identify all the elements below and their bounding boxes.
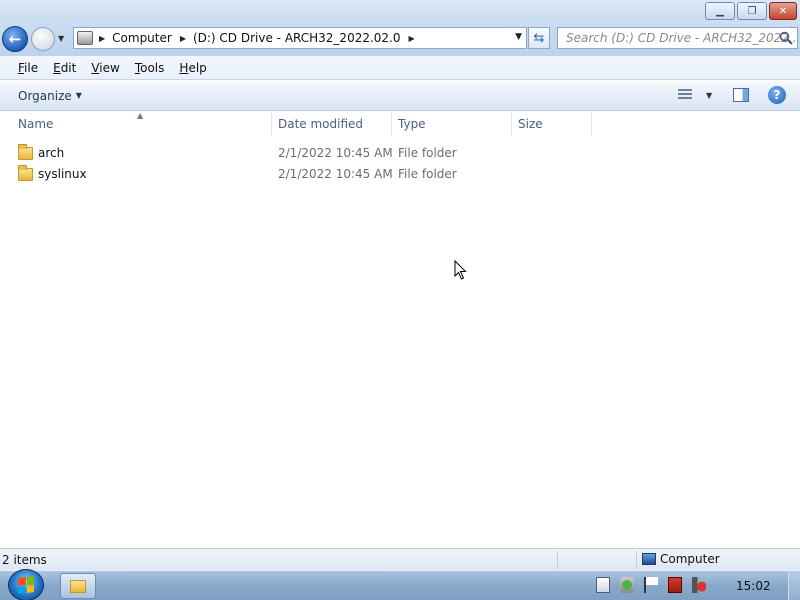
forward-button[interactable] (31, 27, 55, 51)
maximize-button[interactable]: ❐ (737, 2, 767, 20)
folder-icon (18, 165, 33, 181)
column-header-name[interactable]: Name (12, 112, 272, 136)
back-button[interactable]: ← (2, 26, 28, 52)
file-name: arch (38, 146, 65, 160)
column-size-label: Size (518, 117, 543, 131)
column-date-label: Date modified (278, 117, 364, 131)
item-count: 2 items (2, 553, 47, 567)
menu-help[interactable]: Help (179, 61, 206, 75)
column-header-size[interactable]: Size (512, 112, 592, 136)
search-icon[interactable] (779, 31, 793, 45)
status-divider (636, 551, 637, 569)
minimize-button[interactable]: ▁ (705, 2, 735, 20)
preview-pane-icon[interactable] (733, 88, 749, 102)
help-icon[interactable]: ? (768, 86, 786, 104)
file-date-modified: 2/1/2022 10:45 AM (278, 167, 393, 181)
column-name-label: Name (18, 117, 54, 131)
search-input[interactable]: Search (D:) CD Drive - ARCH32_2022.... (557, 27, 798, 49)
menu-bar: File Edit View Tools Help (0, 56, 800, 80)
refresh-icon: ⇆ (533, 30, 545, 46)
address-bar[interactable]: ▶ Computer ▶ (D:) CD Drive - ARCH32_2022… (73, 27, 527, 49)
refresh-button[interactable]: ⇆ (528, 27, 550, 49)
file-date-modified: 2/1/2022 10:45 AM (278, 146, 393, 160)
column-header-type[interactable]: Type (392, 112, 512, 136)
computer-icon (642, 553, 656, 565)
column-headers: ▲ Name Date modified Type Size (0, 111, 800, 136)
security-shield-icon[interactable] (620, 577, 634, 593)
chevron-down-icon: ▼ (75, 91, 82, 100)
volume-muted-icon[interactable] (692, 577, 706, 593)
menu-edit[interactable]: Edit (53, 61, 76, 75)
details-view-icon (678, 89, 692, 101)
window-titlebar: ▁ ❐ ✕ ← ▼ ▶ Computer ▶ (D:) CD Drive - A… (0, 0, 800, 56)
system-tray (596, 577, 706, 593)
menu-view[interactable]: View (91, 61, 119, 75)
notepad-icon[interactable] (596, 577, 610, 593)
column-type-label: Type (398, 117, 426, 131)
taskbar-windows-explorer[interactable] (60, 573, 96, 599)
start-button[interactable] (8, 569, 44, 600)
command-bar: Organize ▼ ▼ ? (0, 81, 800, 111)
status-location-label: Computer (660, 552, 720, 566)
file-row[interactable]: arch 2/1/2022 10:45 AM File folder (0, 144, 800, 164)
column-header-date-modified[interactable]: Date modified (272, 112, 392, 136)
breadcrumb-cd-drive[interactable]: (D:) CD Drive - ARCH32_2022.02.0 (193, 31, 401, 45)
folder-icon (18, 144, 33, 160)
status-divider (557, 551, 558, 569)
chevron-down-icon[interactable]: ▼ (706, 91, 712, 100)
windows-logo-icon (18, 576, 34, 594)
menu-file[interactable]: File (18, 61, 38, 75)
show-desktop-button[interactable] (788, 571, 800, 600)
organize-label: Organize (18, 88, 72, 103)
taskbar: 15:02 (0, 569, 800, 600)
change-view-button[interactable]: ▼ (678, 89, 712, 101)
file-row[interactable]: syslinux 2/1/2022 10:45 AM File folder (0, 165, 800, 185)
file-type: File folder (398, 146, 457, 160)
mouse-cursor-icon (454, 260, 467, 280)
window-controls: ▁ ❐ ✕ (703, 2, 797, 20)
file-type: File folder (398, 167, 457, 181)
taskbar-clock[interactable]: 15:02 (736, 579, 771, 593)
close-button[interactable]: ✕ (769, 2, 797, 20)
chevron-right-icon[interactable]: ▶ (99, 34, 105, 43)
chevron-right-icon[interactable]: ▶ (409, 34, 415, 43)
status-bar: 2 items Computer (0, 548, 800, 570)
status-location: Computer (642, 552, 720, 566)
network-icon[interactable] (668, 577, 682, 593)
address-dropdown-icon[interactable]: ▼ (515, 32, 522, 42)
organize-button[interactable]: Organize ▼ (18, 89, 82, 103)
menu-tools[interactable]: Tools (135, 61, 165, 75)
action-center-flag-icon[interactable] (644, 577, 658, 593)
chevron-right-icon[interactable]: ▶ (180, 34, 186, 43)
search-placeholder: Search (D:) CD Drive - ARCH32_2022.... (566, 31, 798, 45)
cd-drive-icon (77, 31, 93, 45)
folder-icon (70, 579, 86, 593)
file-name: syslinux (38, 167, 87, 181)
breadcrumb-computer[interactable]: Computer (112, 31, 172, 45)
recent-pages-dropdown-icon[interactable]: ▼ (58, 34, 64, 43)
